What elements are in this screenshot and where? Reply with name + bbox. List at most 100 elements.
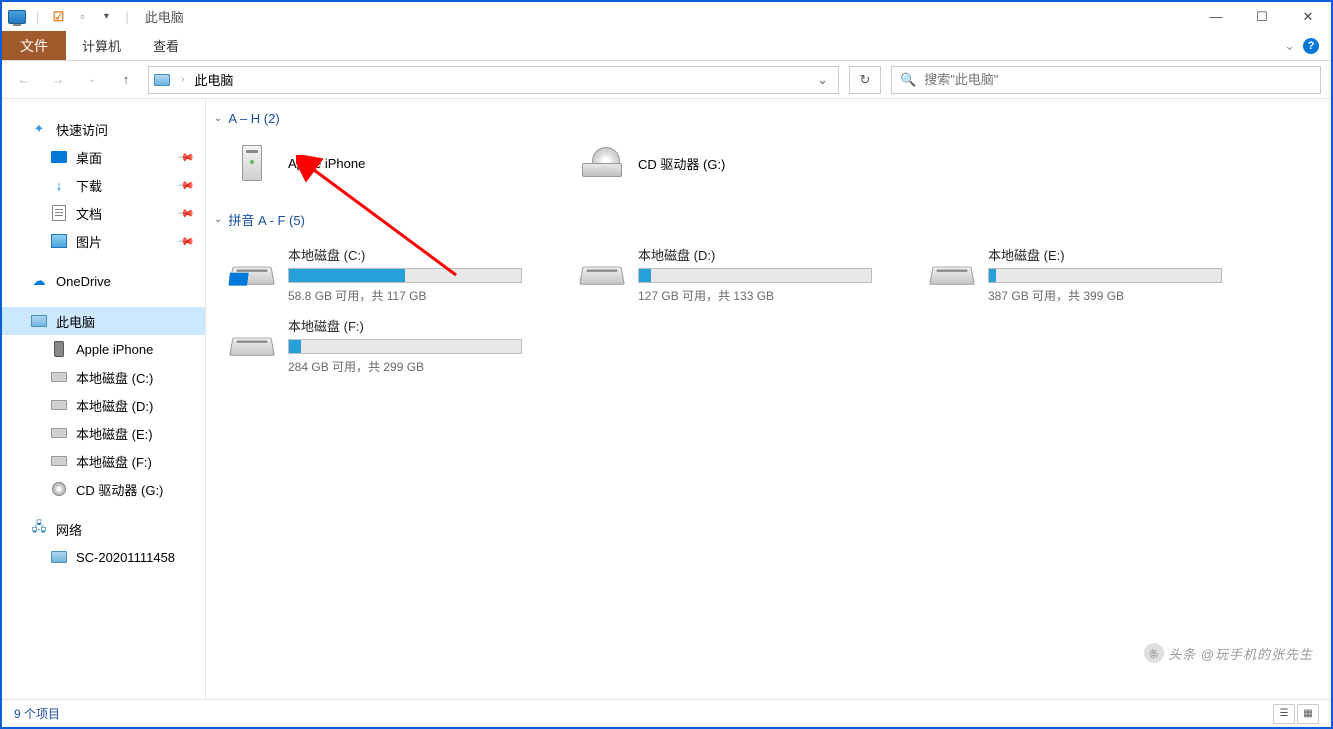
download-icon: ↓ — [50, 176, 68, 194]
sidebar-label: SC-20201111458 — [76, 550, 175, 565]
address-dropdown-icon[interactable]: ⌄ — [811, 72, 834, 88]
sidebar-item-disk-e[interactable]: 本地磁盘 (E:) — [2, 419, 205, 447]
sidebar-item-quick-access[interactable]: ✦ 快速访问 — [2, 115, 205, 143]
drive-usage-bar — [638, 268, 872, 283]
drive-usage-bar — [288, 339, 522, 354]
forward-button[interactable]: → — [46, 68, 70, 92]
pin-icon: 📌 — [177, 176, 196, 195]
watermark-text: 头条 @玩手机的张先生 — [1168, 644, 1313, 663]
drive-usage-bar — [288, 268, 522, 283]
device-item-cd[interactable]: CD 驱动器 (G:) — [574, 136, 884, 190]
sidebar-label: 本地磁盘 (F:) — [76, 452, 152, 471]
group-label: A – H (2) — [228, 111, 279, 126]
group-header-ah[interactable]: ⌄ A – H (2) — [206, 105, 1331, 132]
sidebar-label: 桌面 — [76, 148, 102, 167]
watermark: 条 头条 @玩手机的张先生 — [1144, 643, 1313, 663]
computer-icon — [50, 548, 68, 566]
pin-icon: 📌 — [177, 204, 196, 223]
search-box[interactable]: 🔍 — [891, 66, 1321, 94]
hdd-icon — [50, 368, 68, 386]
back-button[interactable]: ← — [12, 68, 36, 92]
body-split: ✦ 快速访问 桌面 📌 ↓ 下载 📌 文档 📌 图片 📌 ☁ OneDrive — [2, 99, 1331, 699]
onedrive-icon: ☁ — [30, 272, 48, 290]
tab-view[interactable]: 查看 — [137, 31, 195, 60]
star-icon: ✦ — [30, 120, 48, 138]
chevron-down-icon: ⌄ — [214, 113, 222, 124]
drive-item-c[interactable]: 本地磁盘 (C:) 58.8 GB 可用，共 117 GB — [224, 239, 534, 310]
hdd-icon — [50, 424, 68, 442]
maximize-button[interactable]: ☐ — [1239, 2, 1285, 31]
sidebar-label: CD 驱动器 (G:) — [76, 480, 163, 499]
sidebar-item-disk-f[interactable]: 本地磁盘 (F:) — [2, 447, 205, 475]
drive-usage-bar — [988, 268, 1222, 283]
drive-item-f[interactable]: 本地磁盘 (F:) 284 GB 可用，共 299 GB — [224, 310, 534, 381]
drive-stats: 284 GB 可用，共 299 GB — [288, 358, 530, 375]
drive-stats: 127 GB 可用，共 133 GB — [638, 287, 880, 304]
sidebar-label: 文档 — [76, 204, 102, 223]
minimize-button[interactable]: — — [1193, 2, 1239, 31]
tower-icon — [228, 142, 276, 184]
cd-drive-icon — [578, 142, 626, 184]
recent-dropdown-icon[interactable]: ⌄ — [80, 68, 104, 92]
device-label: Apple iPhone — [288, 156, 365, 171]
view-icons-button[interactable]: ▦ — [1297, 704, 1319, 724]
ribbon-tabs: 文件 计算机 查看 ⌄ ? — [2, 31, 1331, 61]
drive-item-d[interactable]: 本地磁盘 (D:) 127 GB 可用，共 133 GB — [574, 239, 884, 310]
chevron-down-icon: ⌄ — [214, 214, 222, 225]
tab-computer[interactable]: 计算机 — [66, 31, 137, 60]
document-icon — [50, 204, 68, 222]
network-icon: 🖧 — [30, 520, 48, 538]
group-header-pinyin[interactable]: ⌄ 拼音 A - F (5) — [206, 204, 1331, 235]
picture-icon — [50, 232, 68, 250]
sidebar-item-onedrive[interactable]: ☁ OneDrive — [2, 267, 205, 295]
sidebar-label: Apple iPhone — [76, 342, 153, 357]
sidebar-item-documents[interactable]: 文档 📌 — [2, 199, 205, 227]
sidebar-item-network-pc[interactable]: SC-20201111458 — [2, 543, 205, 571]
ribbon-expand-icon[interactable]: ⌄ — [1284, 38, 1295, 54]
device-label: CD 驱动器 (G:) — [638, 154, 725, 173]
content-pane: ⌄ A – H (2) Apple iPhone CD 驱动器 (G:) ⌄ 拼… — [206, 99, 1331, 699]
search-input[interactable] — [924, 72, 1312, 87]
cd-icon — [50, 480, 68, 498]
sidebar-label: 图片 — [76, 232, 102, 251]
view-details-button[interactable]: ☰ — [1273, 704, 1295, 724]
sidebar-item-downloads[interactable]: ↓ 下载 📌 — [2, 171, 205, 199]
refresh-button[interactable]: ↻ — [849, 66, 881, 94]
window-title: 此电脑 — [145, 7, 184, 26]
search-icon: 🔍 — [900, 72, 916, 88]
help-icon[interactable]: ? — [1303, 38, 1319, 54]
view-switcher: ☰ ▦ — [1273, 704, 1319, 724]
drive-name: 本地磁盘 (D:) — [638, 245, 880, 264]
hdd-big-icon — [228, 325, 276, 367]
pin-icon: 📌 — [177, 148, 196, 167]
toutiao-icon: 条 — [1144, 643, 1164, 663]
address-bar[interactable]: › 此电脑 ⌄ — [148, 66, 839, 94]
sidebar-item-thispc[interactable]: 此电脑 — [2, 307, 205, 335]
iphone-icon — [50, 340, 68, 358]
thispc-icon — [30, 312, 48, 330]
sidebar-item-disk-d[interactable]: 本地磁盘 (D:) — [2, 391, 205, 419]
sidebar-item-cd-drive[interactable]: CD 驱动器 (G:) — [2, 475, 205, 503]
chevron-right-icon[interactable]: › — [177, 74, 188, 85]
device-item-iphone[interactable]: Apple iPhone — [224, 136, 534, 190]
tab-file[interactable]: 文件 — [2, 31, 66, 60]
drive-item-e[interactable]: 本地磁盘 (E:) 387 GB 可用，共 399 GB — [924, 239, 1234, 310]
sidebar-item-apple-iphone[interactable]: Apple iPhone — [2, 335, 205, 363]
qat-folder-icon[interactable]: ▫ — [73, 8, 91, 26]
sidebar-label: 本地磁盘 (E:) — [76, 424, 153, 443]
sidebar-item-pictures[interactable]: 图片 📌 — [2, 227, 205, 255]
sidebar-label: 本地磁盘 (D:) — [76, 396, 153, 415]
up-button[interactable]: ↑ — [114, 68, 138, 92]
properties-icon[interactable]: ☑ — [49, 8, 67, 26]
sidebar-item-disk-c[interactable]: 本地磁盘 (C:) — [2, 363, 205, 391]
app-icon — [8, 8, 26, 26]
sidebar-item-network[interactable]: 🖧 网络 — [2, 515, 205, 543]
sidebar-label: 下载 — [76, 176, 102, 195]
qat-dropdown-icon[interactable]: ▾ — [97, 8, 115, 26]
hdd-big-icon — [928, 254, 976, 296]
sidebar-label: 本地磁盘 (C:) — [76, 368, 153, 387]
drive-name: 本地磁盘 (E:) — [988, 245, 1230, 264]
close-button[interactable]: ✕ — [1285, 2, 1331, 31]
sidebar-item-desktop[interactable]: 桌面 📌 — [2, 143, 205, 171]
drive-name: 本地磁盘 (F:) — [288, 316, 530, 335]
